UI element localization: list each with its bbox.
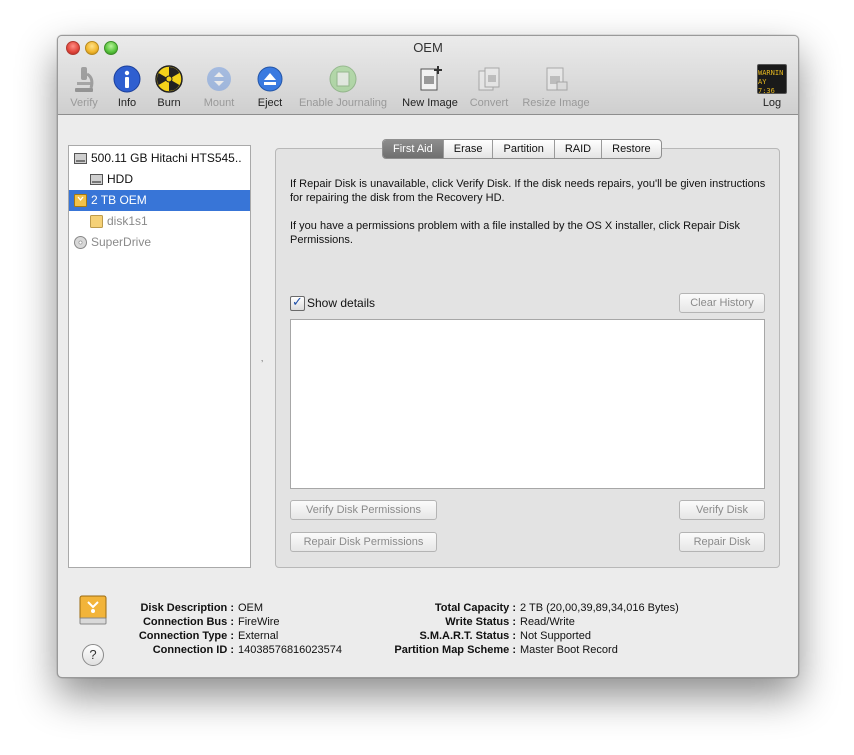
volume-icon <box>90 174 103 185</box>
superdrive-icon <box>74 236 87 249</box>
tab-first-aid[interactable]: First Aid <box>383 140 443 158</box>
info-key: Partition Map Scheme : <box>394 644 516 656</box>
verify-disk-permissions-button[interactable]: Verify Disk Permissions <box>290 500 437 520</box>
info-value: External <box>238 630 279 642</box>
help-button[interactable]: ? <box>82 644 104 666</box>
external-volume-icon <box>90 215 103 228</box>
info-key: Connection ID : <box>152 644 234 656</box>
internal-disk-icon <box>74 153 87 164</box>
sidebar-item-label: 2 TB OEM <box>91 193 147 207</box>
enable-journaling-label: Enable Journaling <box>298 97 388 109</box>
tab-restore[interactable]: Restore <box>601 140 661 158</box>
external-disk-icon <box>74 194 87 207</box>
convert-icon <box>478 67 500 91</box>
external-disk-large-icon <box>79 595 107 625</box>
resize-image-toolbar-button[interactable]: Resize Image <box>518 64 594 110</box>
first-aid-instructions-2: If you have a permissions problem with a… <box>290 220 740 246</box>
info-key: Write Status : <box>445 616 516 628</box>
info-key: Total Capacity : <box>434 602 516 614</box>
new-image-label: New Image <box>402 97 458 109</box>
new-image-icon <box>420 66 442 91</box>
sidebar-item-label: 500.11 GB Hitachi HTS545.. <box>91 151 242 165</box>
info-value: 14038576816023574 <box>238 644 343 656</box>
first-aid-instructions-1: If Repair Disk is unavailable, click Ver… <box>290 178 766 204</box>
tab-bar: First Aid Erase Partition RAID Restore <box>382 139 662 159</box>
log-icon-text-1: WARNIN <box>758 69 784 77</box>
info-value: 2 TB (20,00,39,89,34,016 Bytes) <box>520 602 679 614</box>
tab-raid[interactable]: RAID <box>553 140 601 158</box>
journaling-icon <box>329 65 357 93</box>
burn-label: Burn <box>157 97 181 109</box>
sidebar-item-2tb-oem[interactable]: 2 TB OEM <box>69 190 250 211</box>
log-label: Log <box>762 97 782 109</box>
checkbox-box[interactable]: ✓ <box>290 294 305 311</box>
convert-label: Convert <box>469 97 509 109</box>
verify-label: Verify <box>70 97 98 109</box>
clear-history-button[interactable]: Clear History <box>679 293 765 313</box>
eject-label: Eject <box>257 97 283 109</box>
info-icon <box>113 65 141 93</box>
convert-toolbar-button[interactable]: Convert <box>465 64 513 110</box>
verify-disk-button[interactable]: Verify Disk <box>679 500 765 520</box>
resize-image-icon <box>546 67 568 91</box>
resize-image-label: Resize Image <box>522 97 590 109</box>
sidebar-item-disk1s1[interactable]: disk1s1 <box>69 211 250 232</box>
repair-disk-permissions-button[interactable]: Repair Disk Permissions <box>290 532 437 552</box>
info-value: Not Supported <box>520 630 591 642</box>
new-image-toolbar-button[interactable]: New Image <box>398 64 462 110</box>
disk-utility-window: OEM Verify Info Burn Mount Eject Enable … <box>57 35 799 678</box>
split-view-handle[interactable]: ‚ <box>261 353 263 364</box>
checkmark-icon: ✓ <box>292 294 303 309</box>
info-key: S.M.A.R.T. Status : <box>419 630 516 642</box>
sidebar-item-hdd[interactable]: HDD <box>69 169 250 190</box>
microscope-icon <box>75 67 94 92</box>
eject-icon <box>257 66 283 92</box>
verify-toolbar-button[interactable]: Verify <box>64 64 104 110</box>
burn-icon <box>155 65 183 93</box>
sidebar-item-label: SuperDrive <box>91 235 152 249</box>
info-value: Master Boot Record <box>520 644 618 656</box>
info-value: OEM <box>238 602 264 614</box>
info-value: Read/Write <box>520 616 575 628</box>
burn-toolbar-button[interactable]: Burn <box>149 64 189 110</box>
window-title: OEM <box>413 40 443 55</box>
log-icon: WARNIN AY 7:36 <box>757 64 787 94</box>
eject-toolbar-button[interactable]: Eject <box>250 64 290 110</box>
tab-partition[interactable]: Partition <box>492 140 553 158</box>
enable-journaling-toolbar-button[interactable]: Enable Journaling <box>295 64 391 110</box>
sidebar-item-internal-disk[interactable]: 500.11 GB Hitachi HTS545.. <box>69 148 250 169</box>
first-aid-panel: If Repair Disk is unavailable, click Ver… <box>275 148 780 568</box>
info-toolbar-button[interactable]: Info <box>107 64 147 110</box>
sidebar-item-label: HDD <box>107 172 133 186</box>
info-key: Disk Description : <box>140 602 234 614</box>
tab-erase[interactable]: Erase <box>442 140 493 158</box>
mount-toolbar-button[interactable]: Mount <box>199 64 239 110</box>
mount-icon <box>207 67 231 91</box>
log-toolbar-button[interactable]: WARNIN AY 7:36 Log <box>752 64 792 110</box>
repair-disk-button[interactable]: Repair Disk <box>679 532 765 552</box>
sidebar-item-superdrive[interactable]: SuperDrive <box>69 232 250 253</box>
info-value: FireWire <box>238 616 280 628</box>
info-label: Info <box>117 97 137 109</box>
titlebar: OEM Verify Info Burn Mount Eject Enable … <box>58 36 798 115</box>
first-aid-log-area[interactable] <box>290 319 765 489</box>
main-content: 500.11 GB Hitachi HTS545.. HDD 2 TB OEM <box>58 115 798 677</box>
disk-sidebar[interactable]: 500.11 GB Hitachi HTS545.. HDD 2 TB OEM <box>68 145 251 568</box>
log-icon-text-2: AY 7:36 <box>758 78 775 94</box>
info-key: Connection Type : <box>138 630 234 642</box>
info-key: Connection Bus : <box>142 616 234 628</box>
show-details-label: Show details <box>307 296 376 310</box>
sidebar-item-label: disk1s1 <box>107 214 148 228</box>
mount-label: Mount <box>203 97 235 109</box>
